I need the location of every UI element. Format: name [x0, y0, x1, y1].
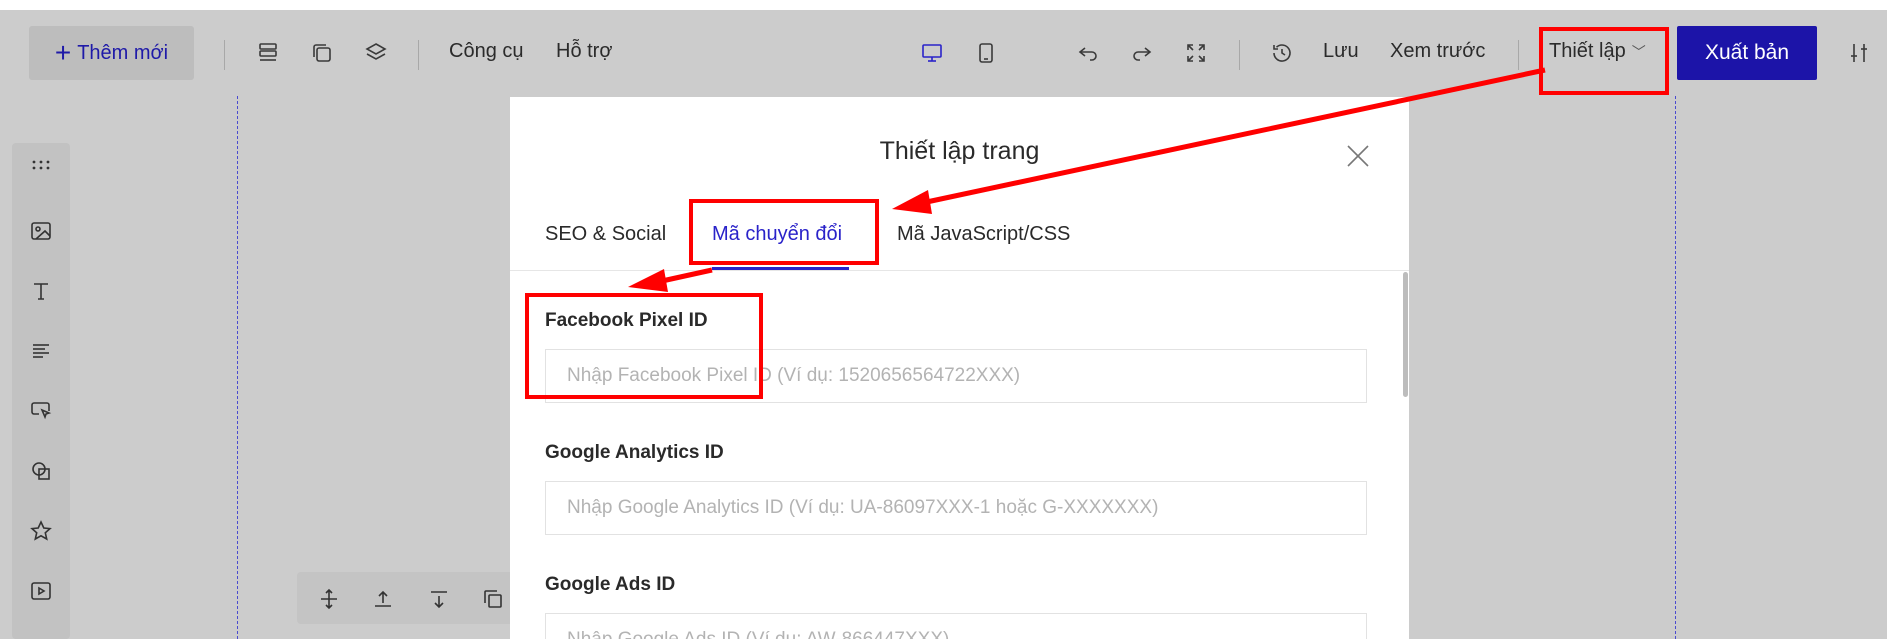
tools-menu[interactable]: Công cụ — [449, 40, 524, 63]
sections-icon[interactable] — [253, 38, 283, 68]
publish-button[interactable]: Xuất bản — [1677, 26, 1817, 80]
move-icon[interactable] — [314, 584, 344, 614]
video-icon[interactable] — [26, 576, 56, 606]
canvas-guide-right — [1675, 96, 1676, 639]
image-icon[interactable] — [26, 216, 56, 246]
plus-icon: + — [54, 37, 72, 68]
undo-icon[interactable] — [1073, 38, 1103, 68]
section-toolbar — [297, 572, 517, 624]
desktop-icon[interactable] — [917, 38, 947, 68]
toolbar-divider — [1239, 40, 1240, 70]
history-icon[interactable] — [1267, 38, 1297, 68]
paragraph-icon[interactable] — [26, 336, 56, 366]
move-down-icon[interactable] — [424, 584, 454, 614]
toolbar-divider — [1518, 40, 1519, 70]
mobile-icon[interactable] — [971, 38, 1001, 68]
element-sidebar — [12, 143, 70, 639]
browser-top-strip — [0, 0, 1887, 10]
tabs-divider — [510, 270, 1409, 271]
text-icon[interactable] — [26, 276, 56, 306]
star-icon[interactable] — [26, 516, 56, 546]
close-icon[interactable] — [1344, 142, 1372, 170]
canvas-guide-left — [237, 96, 238, 639]
google-ads-label: Google Ads ID — [545, 574, 676, 595]
tab-javascript-css[interactable]: Mã JavaScript/CSS — [897, 223, 1070, 246]
layers-icon[interactable] — [361, 38, 391, 68]
fullscreen-icon[interactable] — [1181, 38, 1211, 68]
google-ads-input[interactable] — [545, 613, 1367, 639]
support-menu[interactable]: Hỗ trợ — [556, 40, 612, 63]
toolbar-divider — [418, 40, 419, 70]
publish-label: Xuất bản — [1704, 41, 1790, 64]
redo-icon[interactable] — [1127, 38, 1157, 68]
add-new-button[interactable]: + Thêm mới — [29, 26, 194, 80]
shape-icon[interactable] — [26, 456, 56, 486]
toolbar-divider — [224, 40, 225, 70]
tab-seo-social[interactable]: SEO & Social — [545, 223, 666, 246]
move-up-icon[interactable] — [368, 584, 398, 614]
settings-sliders-icon[interactable] — [1844, 38, 1874, 68]
button-icon[interactable] — [26, 396, 56, 426]
preview-button[interactable]: Xem trước — [1390, 40, 1485, 63]
annotation-box-settings — [1539, 27, 1669, 95]
add-new-label: Thêm mới — [77, 41, 169, 64]
save-button[interactable]: Lưu — [1323, 40, 1359, 63]
copy-icon[interactable] — [478, 584, 508, 614]
annotation-box-facebook-pixel — [525, 293, 763, 399]
annotation-box-conversion-tab — [689, 199, 879, 265]
google-analytics-label: Google Analytics ID — [545, 442, 724, 463]
google-analytics-input[interactable] — [545, 481, 1367, 535]
modal-scrollbar[interactable] — [1403, 272, 1408, 397]
modal-title: Thiết lập trang — [879, 137, 1040, 165]
pages-icon[interactable] — [307, 38, 337, 68]
drag-handle-icon[interactable] — [26, 150, 56, 180]
